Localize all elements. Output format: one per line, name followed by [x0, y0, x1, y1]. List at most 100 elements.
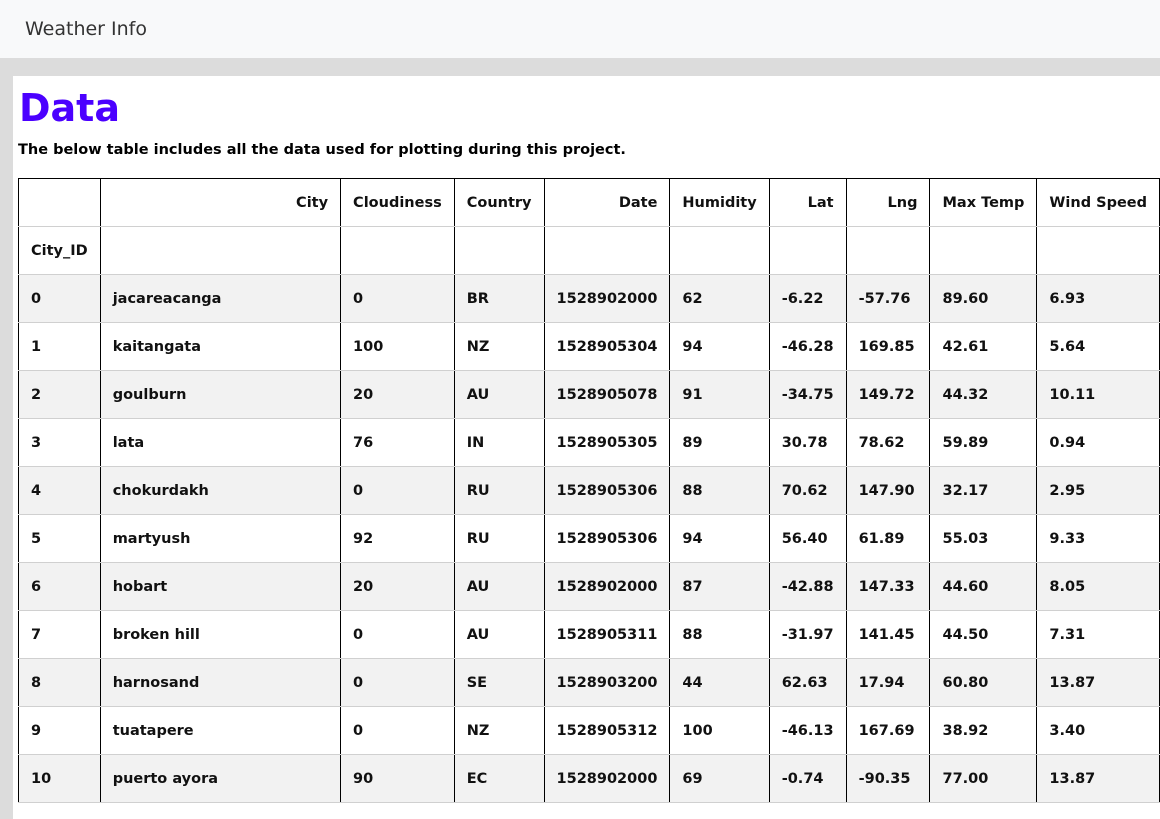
date-cell: 1528905305 — [544, 418, 671, 467]
index-name-label: City_ID — [18, 226, 101, 275]
date-cell: 1528905312 — [544, 706, 671, 755]
column-header-wind-speed: Wind Speed — [1036, 178, 1160, 227]
wind-speed-cell: 0.94 — [1036, 418, 1160, 467]
lat-cell: -46.28 — [769, 322, 847, 371]
humidity-cell: 87 — [669, 562, 770, 611]
lng-cell: 167.69 — [846, 706, 931, 755]
country-cell: AU — [454, 370, 545, 419]
index-row-empty-cell — [340, 226, 455, 275]
date-cell: 1528903200 — [544, 658, 671, 707]
wind-speed-cell: 10.11 — [1036, 370, 1160, 419]
max-temp-cell: 38.92 — [929, 706, 1038, 755]
table-row: 9 tuatapere 0 NZ 1528905312 100 -46.13 167.69 38… — [18, 706, 1160, 755]
main-content: Data The below table includes all the da… — [13, 76, 1160, 819]
index-row-empty-cell — [769, 226, 847, 275]
max-temp-cell: 55.03 — [929, 514, 1038, 563]
table-row: 2 goulburn 20 AU 1528905078 91 -34.75 149.72 44.… — [18, 370, 1160, 419]
city-id-cell: 5 — [18, 514, 101, 563]
country-cell: IN — [454, 418, 545, 467]
cloudiness-cell: 0 — [340, 706, 455, 755]
index-row-empty-cell — [669, 226, 770, 275]
country-cell: EC — [454, 754, 545, 803]
city-cell: martyush — [100, 514, 342, 563]
max-temp-cell: 44.60 — [929, 562, 1038, 611]
cloudiness-cell: 90 — [340, 754, 455, 803]
cloudiness-cell: 20 — [340, 370, 455, 419]
page-description: The below table includes all the data us… — [18, 142, 626, 158]
column-header-city: City — [100, 178, 342, 227]
humidity-cell: 88 — [669, 610, 770, 659]
column-header-country: Country — [454, 178, 545, 227]
table-row: 1 kaitangata 100 NZ 1528905304 94 -46.28 169.85… — [18, 322, 1160, 371]
wind-speed-cell: 3.40 — [1036, 706, 1160, 755]
humidity-cell: 91 — [669, 370, 770, 419]
max-temp-cell: 59.89 — [929, 418, 1038, 467]
table-row: 6 hobart 20 AU 1528902000 87 -42.88 147.33 44.60… — [18, 562, 1160, 611]
lat-cell: -0.74 — [769, 754, 847, 803]
max-temp-cell: 44.32 — [929, 370, 1038, 419]
wind-speed-cell: 9.33 — [1036, 514, 1160, 563]
city-cell: goulburn — [100, 370, 342, 419]
country-cell: NZ — [454, 322, 545, 371]
lng-cell: -57.76 — [846, 274, 931, 323]
max-temp-cell: 44.50 — [929, 610, 1038, 659]
wind-speed-cell: 2.95 — [1036, 466, 1160, 515]
lat-cell: -42.88 — [769, 562, 847, 611]
lat-cell: 56.40 — [769, 514, 847, 563]
country-cell: RU — [454, 514, 545, 563]
lng-cell: 147.33 — [846, 562, 931, 611]
city-id-cell: 7 — [18, 610, 101, 659]
date-cell: 1528902000 — [544, 754, 671, 803]
city-id-cell: 8 — [18, 658, 101, 707]
city-cell: kaitangata — [100, 322, 342, 371]
date-cell: 1528902000 — [544, 562, 671, 611]
table-row: 5 martyush 92 RU 1528905306 94 56.40 61.89 55.03… — [18, 514, 1160, 563]
city-cell: lata — [100, 418, 342, 467]
city-cell: puerto ayora — [100, 754, 342, 803]
lat-cell: -6.22 — [769, 274, 847, 323]
page-title: Data — [19, 86, 120, 130]
cloudiness-cell: 92 — [340, 514, 455, 563]
column-header-lat: Lat — [769, 178, 847, 227]
date-cell: 1528905306 — [544, 514, 671, 563]
lng-cell: 141.45 — [846, 610, 931, 659]
navbar-brand[interactable]: Weather Info — [25, 18, 147, 40]
lat-cell: -34.75 — [769, 370, 847, 419]
lng-cell: 17.94 — [846, 658, 931, 707]
table-row: 10 puerto ayora 90 EC 1528902000 69 -0.74 -90.3… — [18, 754, 1160, 803]
wind-speed-cell: 13.87 — [1036, 658, 1160, 707]
cloudiness-cell: 0 — [340, 658, 455, 707]
max-temp-cell: 77.00 — [929, 754, 1038, 803]
city-cell: harnosand — [100, 658, 342, 707]
humidity-cell: 62 — [669, 274, 770, 323]
city-id-cell: 2 — [18, 370, 101, 419]
lng-cell: 147.90 — [846, 466, 931, 515]
index-row-empty-cell — [929, 226, 1038, 275]
cloudiness-cell: 20 — [340, 562, 455, 611]
column-header-index — [18, 178, 101, 227]
city-id-cell: 4 — [18, 466, 101, 515]
city-cell: broken hill — [100, 610, 342, 659]
country-cell: SE — [454, 658, 545, 707]
column-header-cloudiness: Cloudiness — [340, 178, 455, 227]
cloudiness-cell: 100 — [340, 322, 455, 371]
max-temp-cell: 89.60 — [929, 274, 1038, 323]
wind-speed-cell: 7.31 — [1036, 610, 1160, 659]
table-row: 4 chokurdakh 0 RU 1528905306 88 70.62 147.90 32.… — [18, 466, 1160, 515]
date-cell: 1528905078 — [544, 370, 671, 419]
city-cell: chokurdakh — [100, 466, 342, 515]
column-header-humidity: Humidity — [669, 178, 770, 227]
table-row: 3 lata 76 IN 1528905305 89 30.78 78.62 59.89 0.94 — [18, 418, 1160, 467]
index-row-empty-cell — [1036, 226, 1160, 275]
table-row: 8 harnosand 0 SE 1528903200 44 62.63 17.94 60.80… — [18, 658, 1160, 707]
humidity-cell: 89 — [669, 418, 770, 467]
humidity-cell: 88 — [669, 466, 770, 515]
lat-cell: 62.63 — [769, 658, 847, 707]
lng-cell: 149.72 — [846, 370, 931, 419]
column-header-max-temp: Max Temp — [929, 178, 1038, 227]
cloudiness-cell: 0 — [340, 274, 455, 323]
table-header-row: City Cloudiness Country Date Humidity La… — [18, 178, 1160, 227]
city-cell: hobart — [100, 562, 342, 611]
city-cell: jacareacanga — [100, 274, 342, 323]
wind-speed-cell: 6.93 — [1036, 274, 1160, 323]
